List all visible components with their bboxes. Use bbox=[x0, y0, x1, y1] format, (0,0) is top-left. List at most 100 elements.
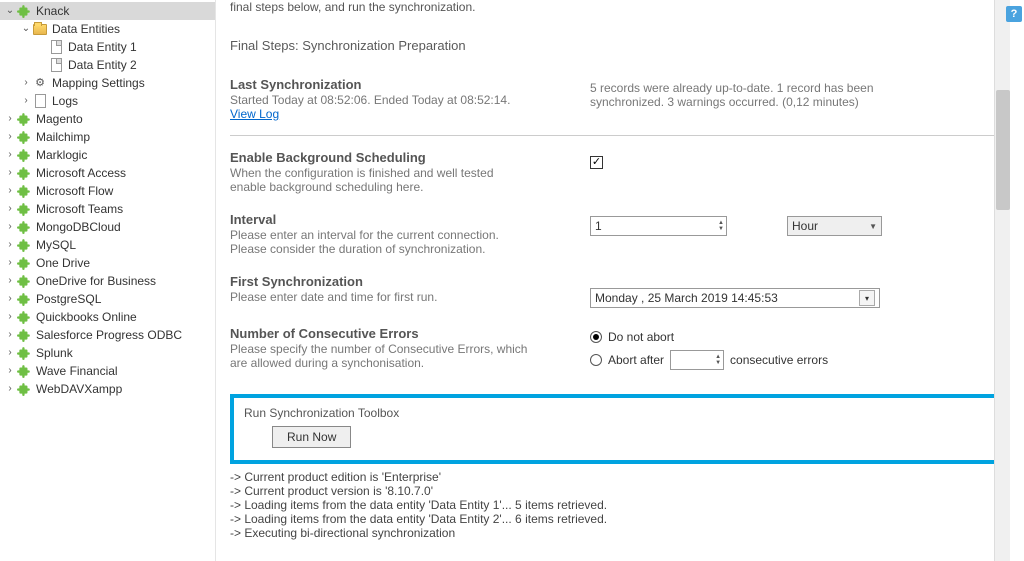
chevron-right-icon[interactable]: › bbox=[4, 164, 16, 182]
chevron-right-icon[interactable]: › bbox=[4, 110, 16, 128]
chevron-right-icon[interactable]: › bbox=[4, 128, 16, 146]
chevron-right-icon[interactable]: › bbox=[20, 92, 32, 110]
chevron-right-icon[interactable]: › bbox=[4, 218, 16, 236]
tree-item-microsoft-access[interactable]: ›Microsoft Access bbox=[0, 164, 215, 182]
tree-item-quickbooks-online[interactable]: ›Quickbooks Online bbox=[0, 308, 215, 326]
tree-item-label: Magento bbox=[36, 110, 83, 128]
tree-item-salesforce-progress-odbc[interactable]: › Salesforce Progress ODBC bbox=[0, 326, 215, 344]
tree-item-label: Marklogic bbox=[36, 146, 87, 164]
tree-item-data-entity-2[interactable]: ·Data Entity 2 bbox=[0, 56, 215, 74]
tree-item-data-entity-1[interactable]: ·Data Entity 1 bbox=[0, 38, 215, 56]
tree-item-postgresql[interactable]: › PostgreSQL bbox=[0, 290, 215, 308]
errors-desc1: Please specify the number of Consecutive… bbox=[230, 342, 570, 356]
puzzle-icon bbox=[16, 3, 32, 19]
section-heading: Final Steps: Synchronization Preparation bbox=[230, 38, 1010, 53]
radio-label-2-pre: Abort after bbox=[608, 353, 664, 367]
tree-item-onedrive-for-business[interactable]: › OneDrive for Business bbox=[0, 272, 215, 290]
gear-icon: ⚙ bbox=[32, 75, 48, 91]
interval-value-input[interactable]: 1 ▲▼ bbox=[590, 216, 727, 236]
tree-item-label: OneDrive for Business bbox=[36, 272, 156, 290]
run-sync-highlight: Run Synchronization Toolbox Run Now bbox=[230, 394, 1010, 464]
chevron-right-icon[interactable]: › bbox=[4, 272, 16, 290]
tree-item-magento[interactable]: › Magento bbox=[0, 110, 215, 128]
chevron-right-icon[interactable]: › bbox=[4, 290, 16, 308]
help-icon[interactable]: ? bbox=[1006, 6, 1022, 22]
tree-item-label: MySQL bbox=[36, 236, 76, 254]
chevron-right-icon[interactable]: › bbox=[4, 344, 16, 362]
log-output: -> Current product edition is 'Enterpris… bbox=[230, 468, 1010, 540]
radio-label-1: Do not abort bbox=[608, 330, 674, 344]
chevron-down-icon[interactable]: ⌄ bbox=[20, 20, 32, 38]
chevron-right-icon[interactable]: › bbox=[20, 74, 32, 92]
right-edge bbox=[984, 0, 1024, 561]
tree-item-microsoft-teams[interactable]: ›Microsoft Teams bbox=[0, 200, 215, 218]
tree-item-label: PostgreSQL bbox=[36, 290, 101, 308]
tree-item-splunk[interactable]: › Splunk bbox=[0, 344, 215, 362]
tree-item-label: Data Entity 1 bbox=[68, 38, 137, 56]
tree-item-logs[interactable]: ›Logs bbox=[0, 92, 215, 110]
tree-item-label: Data Entities bbox=[52, 20, 120, 38]
puzzle-icon bbox=[16, 147, 32, 163]
tree-item-mysql[interactable]: › MySQL bbox=[0, 236, 215, 254]
interval-value: 1 bbox=[595, 219, 602, 233]
tree-item-wave-financial[interactable]: › Wave Financial bbox=[0, 362, 215, 380]
run-now-button[interactable]: Run Now bbox=[272, 426, 351, 448]
tree-item-knack[interactable]: ⌄Knack bbox=[0, 2, 215, 20]
chevron-right-icon[interactable]: › bbox=[4, 254, 16, 272]
tree-item-webdavxampp[interactable]: › WebDAVXampp bbox=[0, 380, 215, 398]
puzzle-icon bbox=[16, 165, 32, 181]
log-line: -> Loading items from the data entity 'D… bbox=[230, 498, 1010, 512]
interval-unit: Hour bbox=[792, 219, 818, 233]
puzzle-icon bbox=[16, 309, 32, 325]
puzzle-icon bbox=[16, 327, 32, 343]
chevron-right-icon[interactable]: › bbox=[4, 380, 16, 398]
calendar-icon[interactable]: ▾ bbox=[859, 290, 875, 306]
log-line: -> Executing bi-directional synchronizat… bbox=[230, 526, 1010, 540]
tree-item-label: MongoDBCloud bbox=[36, 218, 121, 236]
puzzle-icon bbox=[16, 363, 32, 379]
chevron-right-icon[interactable]: › bbox=[4, 326, 16, 344]
sidebar-tree: ⌄Knack⌄ Data Entities·Data Entity 1·Data … bbox=[0, 0, 216, 561]
puzzle-icon bbox=[16, 111, 32, 127]
intro-text: final steps below, and run the synchroni… bbox=[230, 0, 1010, 14]
chevron-down-icon[interactable]: ⌄ bbox=[4, 2, 16, 20]
scrollbar[interactable] bbox=[994, 0, 1010, 561]
chevron-right-icon[interactable]: › bbox=[4, 182, 16, 200]
puzzle-icon bbox=[16, 273, 32, 289]
scrollbar-thumb[interactable] bbox=[996, 90, 1010, 210]
last-sync-title: Last Synchronization bbox=[230, 77, 570, 92]
tree-item-label: Splunk bbox=[36, 344, 73, 362]
chevron-right-icon[interactable]: › bbox=[4, 308, 16, 326]
tree-item-data-entities[interactable]: ⌄ Data Entities bbox=[0, 20, 215, 38]
tree-item-one-drive[interactable]: › One Drive bbox=[0, 254, 215, 272]
view-log-link[interactable]: View Log bbox=[230, 107, 279, 121]
first-sync-date-input[interactable]: Monday , 25 March 2019 14:45:53 ▾ bbox=[590, 288, 880, 308]
tree-item-label: Salesforce Progress ODBC bbox=[36, 326, 182, 344]
interval-unit-select[interactable]: Hour ▼ bbox=[787, 216, 882, 236]
tree-item-label: One Drive bbox=[36, 254, 90, 272]
chevron-right-icon[interactable]: › bbox=[4, 236, 16, 254]
main-content: final steps below, and run the synchroni… bbox=[216, 0, 1024, 561]
puzzle-icon bbox=[16, 381, 32, 397]
tree-item-mapping-settings[interactable]: ›⚙Mapping Settings bbox=[0, 74, 215, 92]
abort-count-input[interactable]: ▲▼ bbox=[670, 350, 724, 370]
tree-item-mongodbcloud[interactable]: › MongoDBCloud bbox=[0, 218, 215, 236]
spinner-icon[interactable]: ▲▼ bbox=[718, 220, 724, 232]
tree-item-label: Mapping Settings bbox=[52, 74, 145, 92]
chevron-right-icon[interactable]: › bbox=[4, 146, 16, 164]
bg-sched-checkbox[interactable] bbox=[590, 156, 603, 169]
tree-item-label: Wave Financial bbox=[36, 362, 118, 380]
chevron-right-icon[interactable]: › bbox=[4, 362, 16, 380]
tree-item-marklogic[interactable]: › Marklogic bbox=[0, 146, 215, 164]
tree-item-microsoft-flow[interactable]: ›Microsoft Flow bbox=[0, 182, 215, 200]
chevron-right-icon[interactable]: › bbox=[4, 200, 16, 218]
last-sync-result: 5 records were already up-to-date. 1 rec… bbox=[590, 81, 930, 109]
tree-item-mailchimp[interactable]: ›Mailchimp bbox=[0, 128, 215, 146]
log-line: -> Loading items from the data entity 'D… bbox=[230, 512, 1010, 526]
radio-abort-after[interactable] bbox=[590, 354, 602, 366]
spinner-icon[interactable]: ▲▼ bbox=[715, 354, 721, 366]
log-icon bbox=[32, 93, 48, 109]
page-icon bbox=[48, 39, 64, 55]
tree-item-label: WebDAVXampp bbox=[36, 380, 122, 398]
radio-do-not-abort[interactable] bbox=[590, 331, 602, 343]
